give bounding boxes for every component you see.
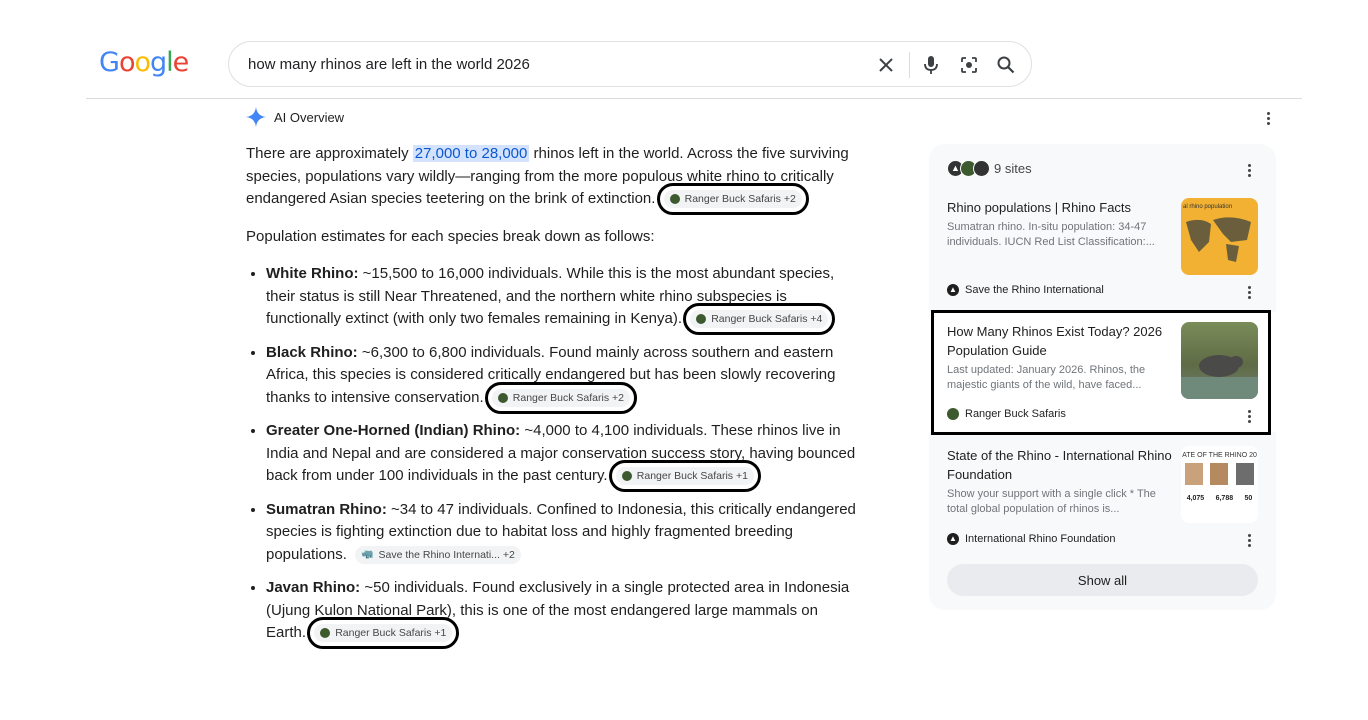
source-chip[interactable]: 🦏 Save the Rhino Internati... +2 <box>355 545 521 564</box>
chip-label: Ranger Buck Safaris +4 <box>711 313 823 326</box>
ranger-buck-icon <box>621 471 632 482</box>
ai-overview-body: There are approximately 27,000 to 28,000… <box>246 143 858 656</box>
card-title[interactable]: Rhino populations | Rhino Facts <box>947 198 1172 217</box>
breakdown-intro: Population estimates for each species br… <box>246 227 655 245</box>
rhino-foundation-icon: ▲ <box>947 533 959 545</box>
list-item: Javan Rhino: ~50 individuals. Found excl… <box>266 577 858 650</box>
chip-label: Ranger Buck Safaris +1 <box>636 470 748 483</box>
logo-letter: G <box>99 47 120 78</box>
chip-label: Ranger Buck Safaris +1 <box>335 627 447 640</box>
source-chip[interactable]: Ranger Buck Safaris +2 <box>656 183 809 216</box>
species-name: White Rhino: <box>266 265 359 282</box>
more-options-icon[interactable] <box>1266 112 1270 125</box>
chip-label: Ranger Buck Safaris +2 <box>684 193 796 206</box>
thumbnail-numbers: 4,075 6,788 50 <box>1181 495 1258 502</box>
thumbnail-number: 50 <box>1244 495 1253 502</box>
chip-label: Ranger Buck Safaris +2 <box>512 391 624 404</box>
thumbnail-number: 6,788 <box>1215 495 1234 502</box>
close-icon[interactable] <box>876 55 896 75</box>
lens-icon[interactable] <box>959 55 979 75</box>
sites-header[interactable]: ▲ 9 sites <box>947 160 1032 177</box>
thumbnail-caption: ATE OF THE RHINO 20 <box>1182 452 1257 459</box>
more-options-icon[interactable] <box>1247 286 1251 299</box>
source-chip[interactable]: Ranger Buck Safaris +4 <box>683 303 836 336</box>
card-title[interactable]: State of the Rhino - International Rhino… <box>947 446 1172 484</box>
rhino-icon: 🦏 <box>361 548 374 560</box>
logo-letter: g <box>150 47 167 78</box>
card-source[interactable]: ▲ Save the Rhino International <box>947 284 1104 296</box>
source-chip[interactable]: Ranger Buck Safaris +1 <box>307 617 460 650</box>
chip-label: Save the Rhino Internati... +2 <box>378 548 515 561</box>
ranger-buck-icon <box>320 628 331 639</box>
mic-icon[interactable] <box>921 55 941 75</box>
search-bar[interactable]: how many rhinos are left in the world 20… <box>228 41 1032 87</box>
intro-text: There are approximately <box>246 145 413 162</box>
rhino-foundation-icon <box>973 160 990 177</box>
search-divider <box>909 52 910 78</box>
search-input[interactable]: how many rhinos are left in the world 20… <box>248 56 530 73</box>
more-options-icon[interactable] <box>1247 534 1251 547</box>
list-item: Sumatran Rhino: ~34 to 47 individuals. C… <box>266 499 858 567</box>
show-all-button[interactable]: Show all <box>947 564 1258 596</box>
ranger-buck-icon <box>497 392 508 403</box>
card-snippet: Sumatran rhino. In-situ population: 34-4… <box>947 221 1155 248</box>
source-card[interactable]: State of the Rhino - International Rhino… <box>929 440 1276 558</box>
source-chip[interactable]: Ranger Buck Safaris +1 <box>608 460 761 493</box>
species-name: Black Rhino: <box>266 343 358 361</box>
species-name: Sumatran Rhino: <box>266 500 387 518</box>
thumbnail-images <box>1181 463 1258 485</box>
source-name: International Rhino Foundation <box>965 533 1116 545</box>
sparkle-icon <box>246 107 266 127</box>
ranger-buck-icon <box>696 314 707 325</box>
source-card[interactable]: Rhino populations | Rhino Facts Sumatran… <box>929 188 1276 304</box>
species-list: White Rhino: ~15,500 to 16,000 individua… <box>246 263 858 650</box>
card-snippet: Show your support with a single click * … <box>947 488 1156 515</box>
list-item: Black Rhino: ~6,300 to 6,800 individuals… <box>266 342 858 414</box>
annotation-box <box>931 310 1271 435</box>
site-favicons: ▲ <box>947 160 990 177</box>
logo-letter: o <box>134 47 151 78</box>
sites-count: 9 sites <box>994 161 1032 176</box>
logo-letter: e <box>172 47 190 78</box>
more-options-icon[interactable] <box>1247 164 1251 177</box>
rhino-icon: ▲ <box>947 284 959 296</box>
intro-paragraph: There are approximately 27,000 to 28,000… <box>246 143 858 216</box>
ranger-buck-icon <box>669 194 680 205</box>
card-thumbnail: ATE OF THE RHINO 20 4,075 6,788 50 <box>1181 446 1258 523</box>
ai-overview-title: AI Overview <box>274 109 345 125</box>
list-item: Greater One-Horned (Indian) Rhino: ~4,00… <box>266 420 858 493</box>
logo-letter: o <box>118 47 136 78</box>
source-name: Save the Rhino International <box>965 284 1104 296</box>
header-divider <box>86 98 1302 99</box>
ai-overview-header: AI Overview <box>246 107 344 127</box>
google-logo[interactable]: Google <box>99 47 190 78</box>
highlighted-figure: 27,000 to 28,000 <box>412 145 530 162</box>
list-item: White Rhino: ~15,500 to 16,000 individua… <box>266 263 858 336</box>
species-name: Greater One-Horned (Indian) Rhino: <box>266 422 521 439</box>
source-chip[interactable]: Ranger Buck Safaris +2 <box>484 381 637 414</box>
card-thumbnail: al rhino population <box>1181 198 1258 275</box>
species-name: Javan Rhino: <box>266 579 361 596</box>
search-icon[interactable] <box>996 55 1016 75</box>
card-source[interactable]: ▲ International Rhino Foundation <box>947 533 1115 545</box>
thumbnail-number: 4,075 <box>1186 495 1205 502</box>
